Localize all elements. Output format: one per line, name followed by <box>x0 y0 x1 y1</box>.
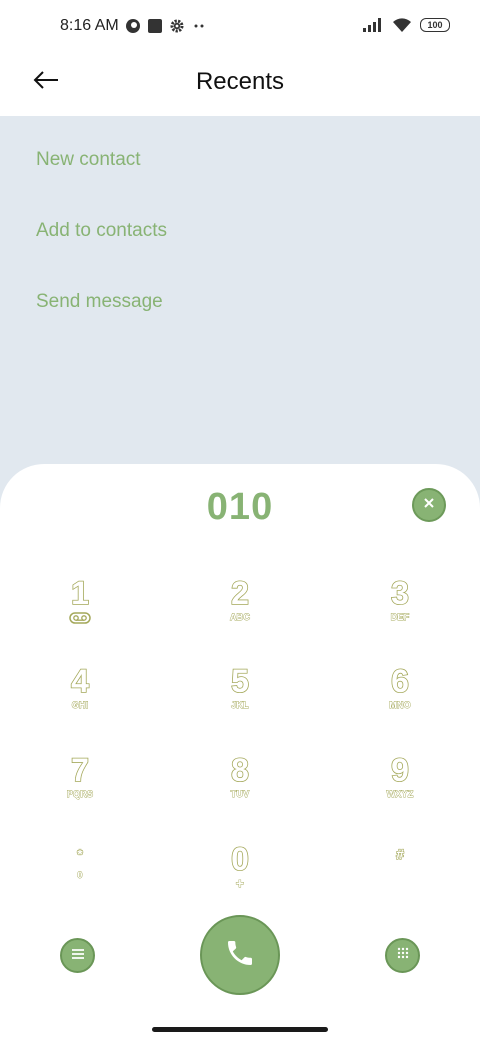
key-letters: DEF <box>390 612 410 623</box>
key-letters: MNO <box>389 700 411 711</box>
key-letters: PQRS <box>66 789 94 800</box>
vpn-key-icon <box>125 18 141 34</box>
key-2[interactable]: 2 ABC <box>190 575 290 646</box>
key-letters: JKL <box>231 700 249 711</box>
key-digit: * <box>77 845 84 862</box>
status-time: 8:16 AM <box>60 17 119 34</box>
status-bar: 8:16 AM 100 <box>0 0 480 56</box>
key-letters: ABC <box>229 612 251 623</box>
key-letters: TUV <box>230 789 250 800</box>
key-digit: # <box>396 845 405 862</box>
key-digit: 8 <box>230 752 249 788</box>
phone-icon <box>224 937 256 974</box>
key-letters: GHI <box>71 700 89 711</box>
send-message-option[interactable]: Send message <box>36 291 163 313</box>
key-4[interactable]: 4 GHI <box>30 663 130 734</box>
key-9[interactable]: 9 WXYZ <box>350 752 450 823</box>
key-1[interactable]: 1 <box>30 575 130 646</box>
key-0[interactable]: 0 + <box>190 841 290 912</box>
key-3[interactable]: 3 DEF <box>350 575 450 646</box>
key-digit: 2 <box>230 575 249 611</box>
voicemail-icon <box>69 611 91 629</box>
menu-icon <box>71 947 85 965</box>
key-digit: 0 <box>230 841 249 877</box>
key-8[interactable]: 8 TUV <box>190 752 290 823</box>
key-digit: 7 <box>70 752 89 788</box>
more-dots-icon <box>191 18 207 34</box>
close-icon <box>423 496 435 514</box>
status-right: 100 <box>362 17 450 33</box>
key-letters: 0 <box>77 870 83 881</box>
key-digit: 1 <box>70 575 89 611</box>
key-5[interactable]: 5 JKL <box>190 663 290 734</box>
cell-signal-icon <box>362 17 384 33</box>
new-contact-option[interactable]: New contact <box>36 149 141 171</box>
key-digit: 5 <box>230 663 249 699</box>
key-letters: + <box>235 875 245 891</box>
page-title: Recents <box>195 68 285 95</box>
call-button[interactable] <box>200 915 280 995</box>
dialpad-sheet: 010 1 2 ABC 3 DEF 4 GHI 5 JKL 6 MNO 7 PQ… <box>0 464 480 1040</box>
settings-gear-icon <box>169 18 185 34</box>
key-star[interactable]: * 0 <box>30 845 130 916</box>
keypad-button[interactable] <box>385 938 420 973</box>
status-left: 8:16 AM <box>60 17 207 35</box>
key-hash[interactable]: # <box>350 845 450 916</box>
dialed-number: 010 <box>206 486 274 528</box>
clear-button[interactable] <box>412 488 446 522</box>
key-digit: 6 <box>390 663 409 699</box>
home-indicator[interactable] <box>152 1027 328 1032</box>
add-to-contacts-option[interactable]: Add to contacts <box>36 220 167 242</box>
key-letters: WXYZ <box>386 789 414 800</box>
app-header: Recents <box>0 56 480 116</box>
key-digit: 9 <box>390 752 409 788</box>
dialpad-icon <box>396 946 410 965</box>
square-app-icon <box>147 18 163 34</box>
battery-icon: 100 <box>420 18 450 32</box>
menu-button[interactable] <box>60 938 95 973</box>
key-digit: 3 <box>390 575 409 611</box>
key-7[interactable]: 7 PQRS <box>30 752 130 823</box>
key-digit: 4 <box>70 663 89 699</box>
key-6[interactable]: 6 MNO <box>350 663 450 734</box>
wifi-icon <box>392 17 412 33</box>
